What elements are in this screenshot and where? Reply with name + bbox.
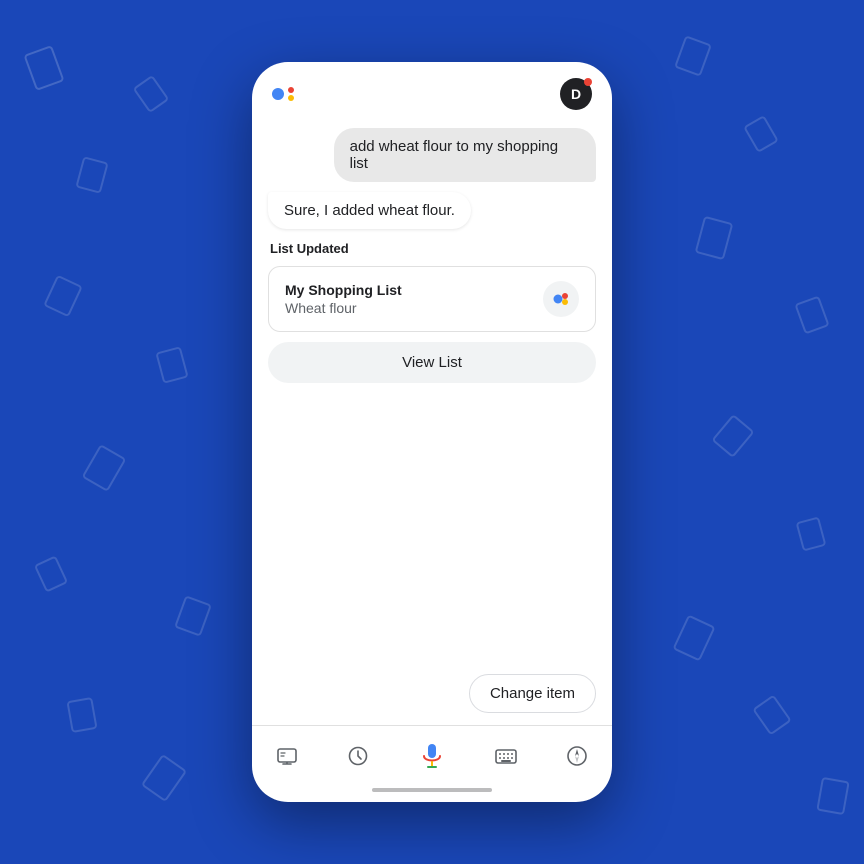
recent-icon <box>346 744 370 768</box>
change-item-area: Change item <box>252 674 612 725</box>
assistant-reply-text: Sure, I added wheat flour. <box>284 202 455 219</box>
home-indicator <box>252 782 612 802</box>
logo-dot-blue <box>272 88 284 100</box>
list-updated-label: List Updated <box>270 241 596 256</box>
shopping-card-info: My Shopping List Wheat flour <box>285 282 402 316</box>
chat-area: add wheat flour to my shopping list Sure… <box>252 120 612 674</box>
user-avatar[interactable]: D <box>560 78 592 110</box>
shopping-card-logo <box>543 281 579 317</box>
user-initial: D <box>571 86 581 102</box>
shopping-list-card[interactable]: My Shopping List Wheat flour <box>268 266 596 332</box>
header: D <box>252 62 612 120</box>
notification-dot <box>584 78 592 86</box>
compass-toolbar-button[interactable] <box>557 740 597 772</box>
user-message-bubble: add wheat flour to my shopping list <box>334 128 596 182</box>
compass-icon <box>565 744 589 768</box>
mic-icon <box>416 740 448 772</box>
view-list-button[interactable]: View List <box>268 342 596 383</box>
mini-assistant-logo-svg <box>550 288 572 310</box>
logo-dot-cluster <box>288 87 294 101</box>
logo-dot-red <box>288 87 294 93</box>
assistant-reply-bubble: Sure, I added wheat flour. <box>268 192 471 229</box>
bottom-toolbar <box>252 725 612 782</box>
snapshot-toolbar-button[interactable] <box>267 740 307 772</box>
recent-toolbar-button[interactable] <box>338 740 378 772</box>
keyboard-toolbar-button[interactable] <box>486 740 526 772</box>
home-indicator-bar <box>372 788 492 792</box>
phone-container: D add wheat flour to my shopping list Su… <box>252 62 612 802</box>
change-item-button[interactable]: Change item <box>469 674 596 713</box>
shopping-list-item: Wheat flour <box>285 300 402 316</box>
keyboard-icon <box>494 744 518 768</box>
snapshot-icon <box>275 744 299 768</box>
shopping-list-title: My Shopping List <box>285 282 402 298</box>
user-message-text: add wheat flour to my shopping list <box>350 138 558 172</box>
mic-toolbar-button[interactable] <box>408 736 456 776</box>
logo-dot-yellow <box>288 95 294 101</box>
assistant-logo <box>272 87 294 101</box>
